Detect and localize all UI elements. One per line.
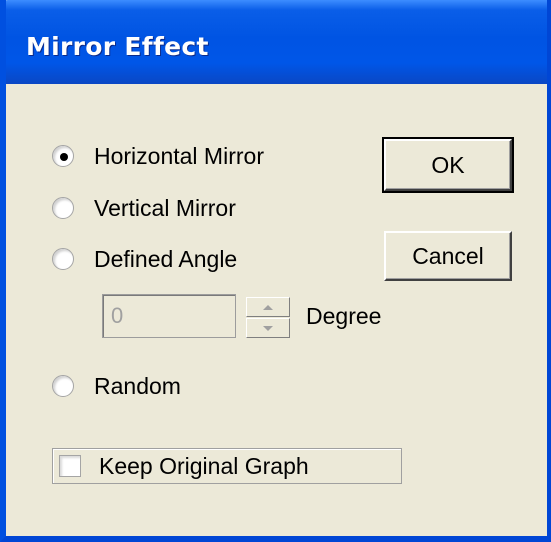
defined-angle-label: Defined Angle xyxy=(94,245,238,272)
spin-up-button[interactable] xyxy=(246,297,290,317)
window-title: Mirror Effect xyxy=(26,32,209,61)
radio-dot-icon xyxy=(60,153,68,161)
random-label: Random xyxy=(94,372,181,399)
radio-defined-angle[interactable]: Defined Angle xyxy=(52,244,237,274)
radio-button[interactable] xyxy=(52,248,74,270)
keep-original-graph-checkbox[interactable]: Keep Original Graph xyxy=(52,448,402,484)
mirror-effect-dialog: Mirror Effect Horizontal Mirror Vertical… xyxy=(0,0,551,542)
radio-button[interactable] xyxy=(52,197,74,219)
checkbox-box[interactable] xyxy=(59,455,81,477)
arrow-up-icon xyxy=(263,304,273,310)
horizontal-mirror-label: Horizontal Mirror xyxy=(94,142,264,169)
angle-spinner[interactable] xyxy=(246,297,290,339)
keep-original-graph-label: Keep Original Graph xyxy=(99,452,309,479)
ok-button[interactable]: OK xyxy=(382,137,514,193)
degree-label: Degree xyxy=(306,303,382,329)
angle-input[interactable]: 0 xyxy=(102,294,236,338)
radio-horizontal-mirror[interactable]: Horizontal Mirror xyxy=(52,141,264,171)
spin-down-button[interactable] xyxy=(246,318,290,338)
radio-button[interactable] xyxy=(52,375,74,397)
radio-random[interactable]: Random xyxy=(52,371,181,401)
vertical-mirror-label: Vertical Mirror xyxy=(94,194,236,221)
radio-button-selected[interactable] xyxy=(52,145,74,167)
radio-vertical-mirror[interactable]: Vertical Mirror xyxy=(52,193,236,223)
title-bar[interactable]: Mirror Effect xyxy=(6,0,547,84)
dialog-body: Horizontal Mirror Vertical Mirror Define… xyxy=(6,84,547,536)
arrow-down-icon xyxy=(263,325,273,331)
cancel-button[interactable]: Cancel xyxy=(384,231,512,281)
